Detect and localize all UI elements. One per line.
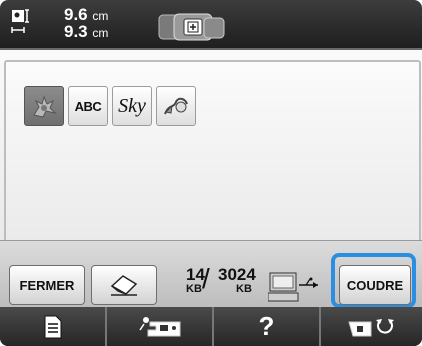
usb-computer-icon — [268, 272, 318, 302]
close-label: FERMER — [19, 277, 75, 293]
design-size-readout: 9.6 cm 9.3 cm — [64, 6, 109, 41]
floral-pattern-icon — [33, 95, 57, 118]
bottom-tab-bar: ? — [0, 307, 422, 346]
category-floral-button[interactable] — [24, 86, 64, 126]
alphabet-label: ABC — [74, 98, 102, 114]
sewing-machine-icon — [138, 316, 180, 336]
height-value: 9.3 — [64, 22, 88, 41]
border-pattern-icon — [164, 97, 188, 115]
script-label: Sky — [118, 94, 146, 117]
width-unit: cm — [92, 9, 109, 23]
hoop-frame-icon — [158, 13, 225, 41]
category-border-button[interactable] — [156, 86, 196, 126]
help-icon: ? — [258, 311, 275, 341]
sew-button[interactable]: COUDRE — [339, 265, 411, 305]
tab-machine[interactable] — [107, 307, 214, 346]
eraser-icon — [110, 275, 138, 296]
height-unit: cm — [92, 26, 109, 40]
category-script-button[interactable]: Sky — [112, 86, 152, 126]
delete-button[interactable] — [91, 265, 157, 305]
memory-total-unit: KB — [236, 283, 252, 295]
embroidery-size-icon — [11, 9, 29, 33]
tab-help[interactable]: ? — [214, 307, 321, 346]
close-button[interactable]: FERMER — [9, 265, 85, 305]
category-alphabet-button[interactable]: ABC — [68, 86, 108, 126]
memory-separator: / — [202, 263, 210, 294]
tab-pattern-list[interactable] — [0, 307, 107, 346]
tab-settings[interactable] — [321, 307, 422, 346]
sew-label: COUDRE — [346, 277, 404, 293]
embroidery-screen: 9.6 cm 9.3 cm ABC Sky FERMER 14 KB / 302… — [0, 0, 422, 346]
settings-icon — [347, 318, 394, 336]
memory-used-unit: KB — [186, 283, 202, 295]
page-list-icon — [44, 315, 61, 338]
action-bar: FERMER 14 KB / 3024 KB COUDRE — [0, 240, 422, 308]
memory-total: 3024 — [218, 265, 256, 284]
header-bar: 9.6 cm 9.3 cm — [0, 0, 422, 50]
pattern-selection-area: ABC Sky — [0, 50, 422, 288]
